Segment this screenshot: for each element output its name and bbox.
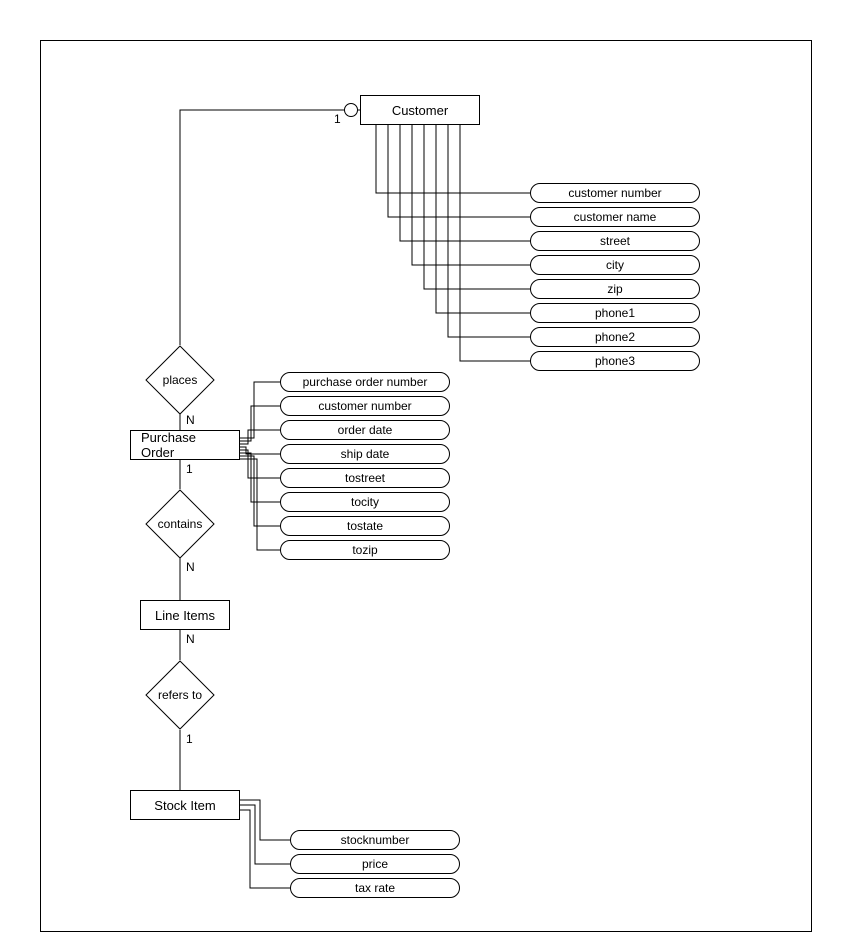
- attr-customer-phone2: phone2: [530, 327, 700, 347]
- cardinality-contains-n: N: [186, 560, 195, 574]
- attr-customer-phone1: phone1: [530, 303, 700, 323]
- attr-po-order-date: order date: [280, 420, 450, 440]
- cardinality-places-n: N: [186, 413, 195, 427]
- relationship-contains: contains: [145, 489, 215, 559]
- attr-customer-name: customer name: [530, 207, 700, 227]
- entity-purchase-order: Purchase Order: [130, 430, 240, 460]
- cardinality-po-contains-1: 1: [186, 462, 193, 476]
- entity-line-items: Line Items: [140, 600, 230, 630]
- attr-po-tostate: tostate: [280, 516, 450, 536]
- relationship-refers-to: refers to: [145, 660, 215, 730]
- attr-stock-taxrate: tax rate: [290, 878, 460, 898]
- cardinality-refers-1: 1: [186, 732, 193, 746]
- entity-stock-item: Stock Item: [130, 790, 240, 820]
- attr-customer-zip: zip: [530, 279, 700, 299]
- attr-po-tocity: tocity: [280, 492, 450, 512]
- entity-stock-item-label: Stock Item: [154, 798, 215, 813]
- attr-po-ship-date: ship date: [280, 444, 450, 464]
- attr-po-number: purchase order number: [280, 372, 450, 392]
- attr-po-customer-number: customer number: [280, 396, 450, 416]
- er-diagram-canvas: Customer 1 customer number customer name…: [0, 0, 850, 938]
- attr-po-tostreet: tostreet: [280, 468, 450, 488]
- cardinality-li-refers-n: N: [186, 632, 195, 646]
- cardinality-customer-places: 1: [334, 112, 341, 126]
- relationship-contains-label: contains: [145, 489, 215, 559]
- relationship-refers-to-label: refers to: [145, 660, 215, 730]
- attr-stock-price: price: [290, 854, 460, 874]
- partial-participation-indicator: [344, 103, 358, 117]
- relationship-places-label: places: [145, 345, 215, 415]
- attr-customer-city: city: [530, 255, 700, 275]
- attr-customer-street: street: [530, 231, 700, 251]
- entity-line-items-label: Line Items: [155, 608, 215, 623]
- entity-purchase-order-label: Purchase Order: [141, 430, 229, 460]
- relationship-places: places: [145, 345, 215, 415]
- entity-customer-label: Customer: [392, 103, 448, 118]
- attr-customer-number: customer number: [530, 183, 700, 203]
- attr-po-tozip: tozip: [280, 540, 450, 560]
- attr-stock-number: stocknumber: [290, 830, 460, 850]
- attr-customer-phone3: phone3: [530, 351, 700, 371]
- entity-customer: Customer: [360, 95, 480, 125]
